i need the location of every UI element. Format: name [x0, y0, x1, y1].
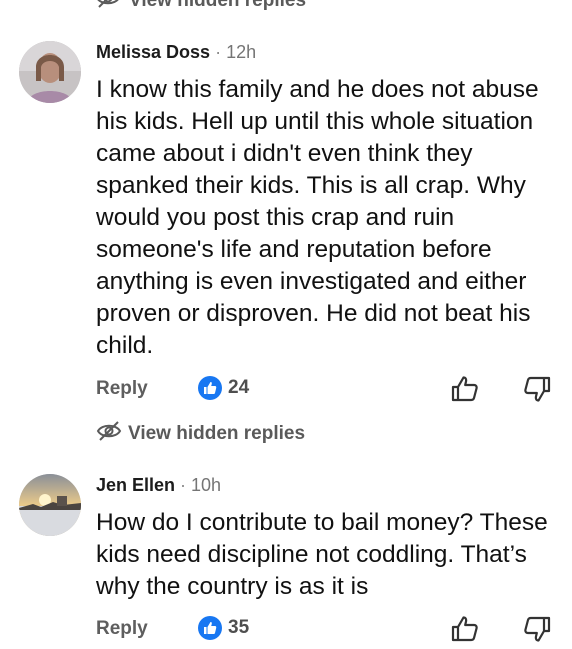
thumbs-up-outline-icon[interactable]	[450, 374, 480, 404]
author-name[interactable]: Melissa Doss	[96, 42, 210, 63]
author-name[interactable]: Jen Ellen	[96, 475, 175, 496]
thumbs-down-outline-icon[interactable]	[522, 374, 552, 404]
eye-slash-icon	[96, 420, 122, 448]
timestamp: 10h	[191, 475, 222, 495]
eye-slash-icon	[95, 0, 121, 15]
like-icon	[198, 376, 222, 400]
hidden-replies-label: View hidden replies	[129, 0, 307, 11]
reply-button[interactable]: Reply	[96, 618, 148, 640]
avatar[interactable]	[19, 474, 81, 536]
timestamp: 12h	[226, 42, 257, 62]
reply-button[interactable]: Reply	[96, 378, 148, 400]
hidden-replies-label: View hidden replies	[128, 423, 306, 444]
hidden-replies-link-top[interactable]: View hidden replies	[95, 0, 306, 15]
comment-header: Jen Ellen · 10h	[96, 475, 221, 496]
comment-text: How do I contribute to bail money? These…	[96, 509, 548, 600]
comment-text: I know this family and he does not abuse…	[96, 76, 539, 359]
reaction-summary[interactable]: 24	[198, 376, 249, 400]
comment-actions: Reply 24	[0, 376, 572, 408]
hidden-replies-link[interactable]: View hidden replies	[96, 420, 305, 448]
reaction-summary[interactable]: 35	[198, 616, 249, 640]
like-count: 35	[228, 617, 250, 638]
comment-actions: Reply 35	[0, 616, 572, 648]
like-count: 24	[228, 377, 250, 398]
separator-dot: ·	[180, 475, 187, 495]
like-icon	[198, 616, 222, 640]
separator-dot: ·	[215, 42, 222, 62]
avatar[interactable]	[19, 41, 81, 103]
comment-header: Melissa Doss · 12h	[96, 42, 256, 63]
